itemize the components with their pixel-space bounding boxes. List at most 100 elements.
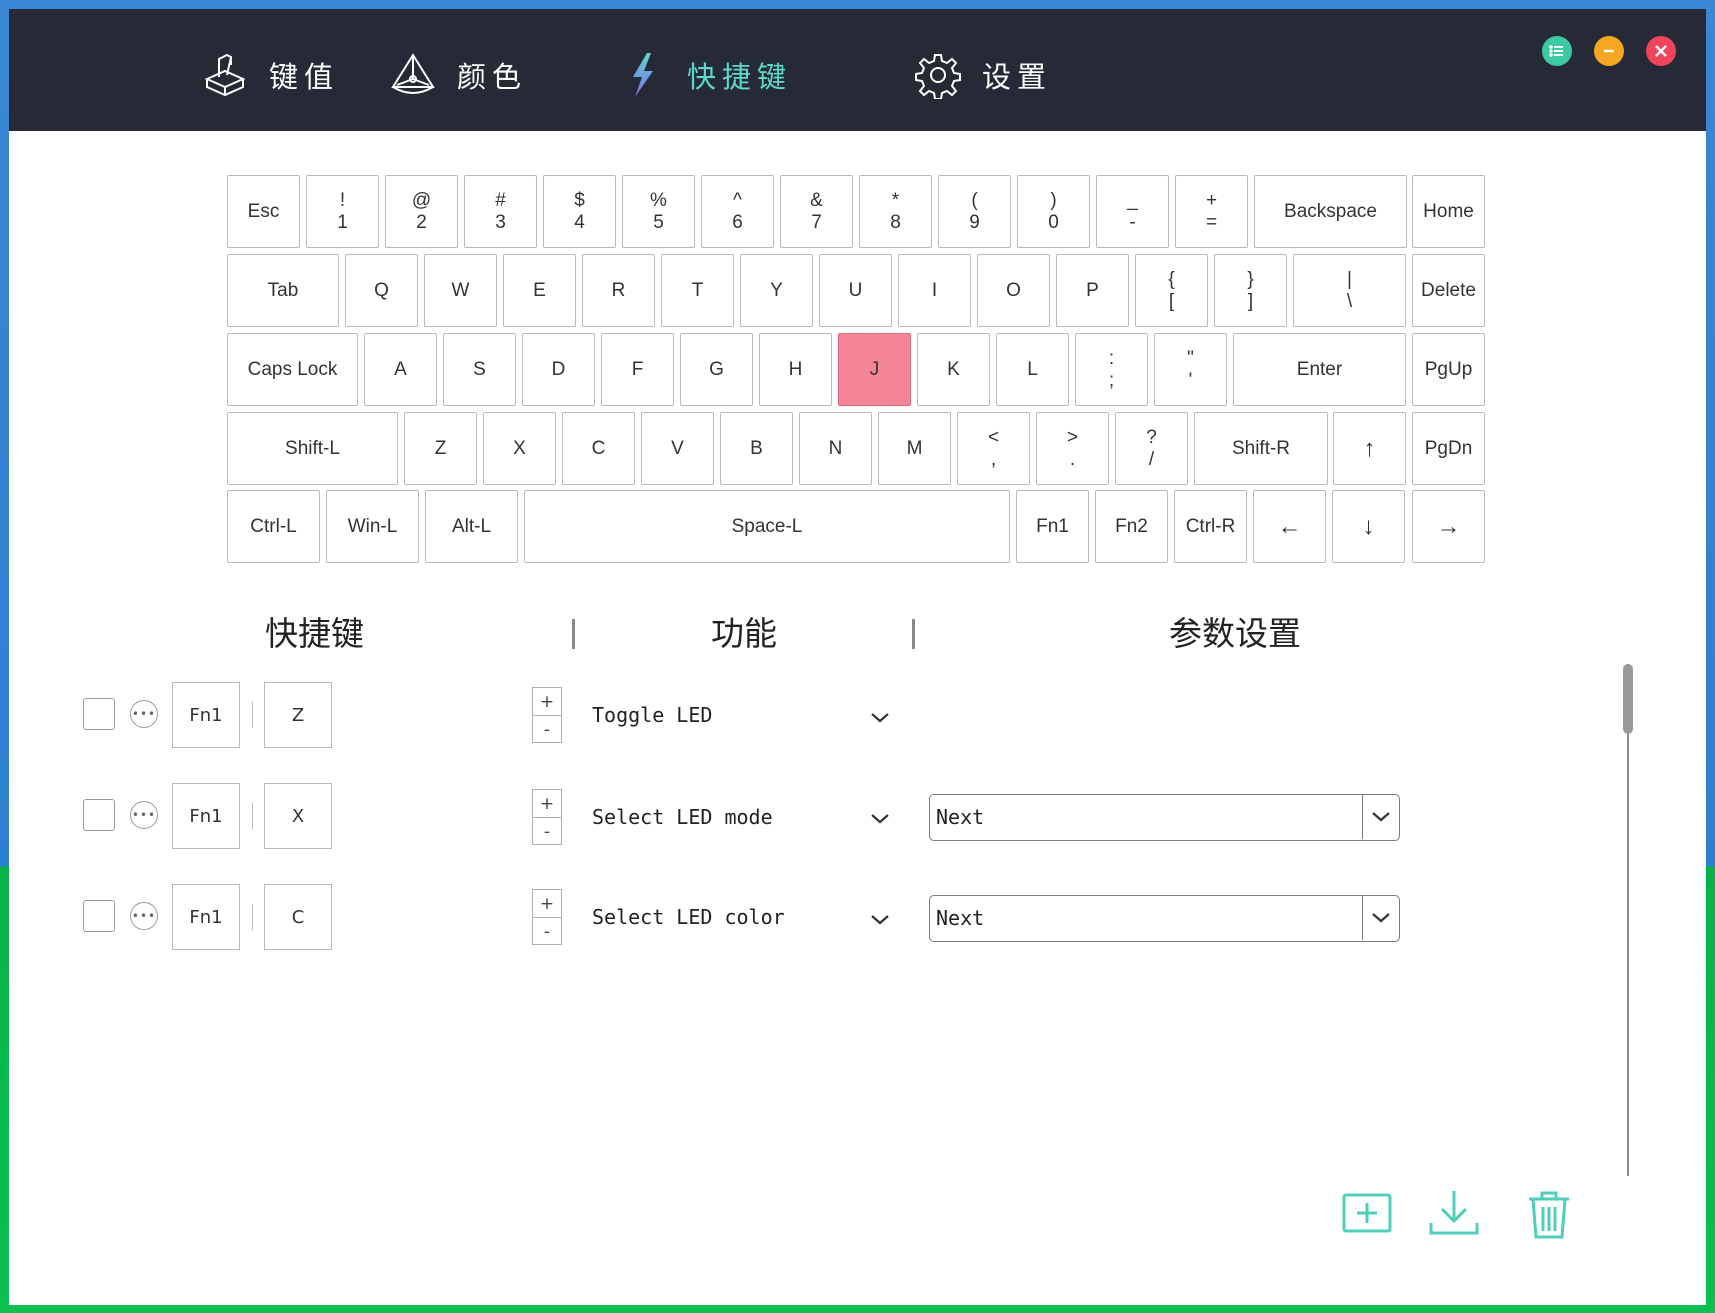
shortcut-key-modifier[interactable]: Fn1 bbox=[172, 682, 240, 748]
trash-icon[interactable] bbox=[1522, 1187, 1576, 1241]
key-9-r0k9[interactable]: (9 bbox=[938, 175, 1011, 248]
key-f-r2k4[interactable]: F bbox=[601, 333, 674, 406]
key-sym-r3k10[interactable]: ? / bbox=[1115, 412, 1188, 485]
more-options-icon[interactable]: ••• bbox=[130, 700, 158, 728]
chevron-down-icon[interactable] bbox=[869, 812, 891, 826]
more-options-icon[interactable]: ••• bbox=[130, 801, 158, 829]
key-g-r2k5[interactable]: G bbox=[680, 333, 753, 406]
function-select[interactable]: Toggle LED bbox=[592, 703, 712, 727]
shortcut-key-modifier[interactable]: Fn1 bbox=[172, 783, 240, 849]
menu-button[interactable] bbox=[1542, 36, 1572, 66]
shortcut-key-main[interactable]: Z bbox=[264, 682, 332, 748]
key-m-r3k7[interactable]: M bbox=[878, 412, 951, 485]
key-5-r0k5[interactable]: % 5 bbox=[622, 175, 695, 248]
param-select[interactable]: Next bbox=[929, 794, 1400, 841]
key-y-r1k6[interactable]: Y bbox=[740, 254, 813, 327]
key-8-r0k8[interactable]: * 8 bbox=[859, 175, 932, 248]
key-esc-r0k0[interactable]: Esc bbox=[227, 175, 300, 248]
key-2-r0k2[interactable]: @2 bbox=[385, 175, 458, 248]
key-4-r0k4[interactable]: $4 bbox=[543, 175, 616, 248]
key-ctrl-l-r4k0[interactable]: Ctrl-L bbox=[227, 490, 320, 563]
key-j-r2k7[interactable]: J bbox=[838, 333, 911, 406]
key-r-r1k4[interactable]: R bbox=[582, 254, 655, 327]
key-d-r2k3[interactable]: D bbox=[522, 333, 595, 406]
key-w-r1k2[interactable]: W bbox=[424, 254, 497, 327]
stepper-plus[interactable]: + bbox=[533, 890, 561, 918]
stepper-plus[interactable]: + bbox=[533, 790, 561, 818]
key-z-r3k1[interactable]: Z bbox=[404, 412, 477, 485]
chevron-down-icon[interactable] bbox=[869, 913, 891, 927]
key-a-r2k1[interactable]: A bbox=[364, 333, 437, 406]
key-sym-r3k9[interactable]: >. bbox=[1036, 412, 1109, 485]
key-tab-r1k0[interactable]: Tab bbox=[227, 254, 339, 327]
stepper-minus[interactable]: - bbox=[533, 918, 561, 945]
scrollbar-track[interactable] bbox=[1627, 664, 1629, 1176]
stepper-minus[interactable]: - bbox=[533, 818, 561, 845]
key-fn1-r4k4[interactable]: Fn1 bbox=[1016, 490, 1089, 563]
param-select[interactable]: Next bbox=[929, 895, 1400, 942]
key-enter-r2k12[interactable]: Enter bbox=[1233, 333, 1406, 406]
key-b-r3k5[interactable]: B bbox=[720, 412, 793, 485]
download-icon[interactable] bbox=[1427, 1187, 1481, 1241]
row-checkbox[interactable] bbox=[83, 900, 115, 932]
key-7-r0k7[interactable]: & 7 bbox=[780, 175, 853, 248]
key-u-r1k7[interactable]: U bbox=[819, 254, 892, 327]
row-checkbox[interactable] bbox=[83, 799, 115, 831]
key-e-r1k3[interactable]: E bbox=[503, 254, 576, 327]
key-p-r1k10[interactable]: P bbox=[1056, 254, 1129, 327]
key-sym-r4k7[interactable]: ← bbox=[1253, 490, 1326, 563]
key-sym-r4k8[interactable]: ↓ bbox=[1332, 490, 1405, 563]
key-t-r1k5[interactable]: T bbox=[661, 254, 734, 327]
key-0-r0k10[interactable]: ) 0 bbox=[1017, 175, 1090, 248]
nav-tab-color[interactable]: 颜色 bbox=[389, 49, 527, 101]
row-checkbox[interactable] bbox=[83, 698, 115, 730]
key-c-r3k3[interactable]: C bbox=[562, 412, 635, 485]
key-caps-lock-r2k0[interactable]: Caps Lock bbox=[227, 333, 358, 406]
shortcut-key-modifier[interactable]: Fn1 bbox=[172, 884, 240, 950]
key-backspace-r0k13[interactable]: Backspace bbox=[1254, 175, 1407, 248]
key-sym-r3k8[interactable]: <, bbox=[957, 412, 1030, 485]
key-x-r3k2[interactable]: X bbox=[483, 412, 556, 485]
key-home-r0k14[interactable]: Home bbox=[1412, 175, 1485, 248]
stepper-plus[interactable]: + bbox=[533, 688, 561, 716]
minimize-button[interactable] bbox=[1594, 36, 1624, 66]
key-h-r2k6[interactable]: H bbox=[759, 333, 832, 406]
key-sym-r0k12[interactable]: + = bbox=[1175, 175, 1248, 248]
key-pgup-r2k13[interactable]: PgUp bbox=[1412, 333, 1485, 406]
key-sym-r1k12[interactable]: }] bbox=[1214, 254, 1287, 327]
key-shift-l-r3k0[interactable]: Shift-L bbox=[227, 412, 398, 485]
add-box-icon[interactable] bbox=[1340, 1187, 1394, 1241]
key-o-r1k9[interactable]: O bbox=[977, 254, 1050, 327]
scrollbar-thumb[interactable] bbox=[1623, 664, 1633, 734]
key-i-r1k8[interactable]: I bbox=[898, 254, 971, 327]
key-sym-r2k11[interactable]: " ' bbox=[1154, 333, 1227, 406]
shortcut-key-main[interactable]: C bbox=[264, 884, 332, 950]
key-6-r0k6[interactable]: ^ 6 bbox=[701, 175, 774, 248]
key-win-l-r4k1[interactable]: Win-L bbox=[326, 490, 419, 563]
param-dropdown-toggle[interactable] bbox=[1362, 896, 1399, 940]
key-alt-l-r4k2[interactable]: Alt-L bbox=[425, 490, 518, 563]
key-q-r1k1[interactable]: Q bbox=[345, 254, 418, 327]
key-n-r3k6[interactable]: N bbox=[799, 412, 872, 485]
nav-tab-shortcut[interactable]: 快捷键 bbox=[619, 49, 792, 101]
key-1-r0k1[interactable]: ! 1 bbox=[306, 175, 379, 248]
more-options-icon[interactable]: ••• bbox=[130, 902, 158, 930]
key-sym-r0k11[interactable]: _ - bbox=[1096, 175, 1169, 248]
key-sym-r3k12[interactable]: ↑ bbox=[1333, 412, 1406, 485]
key-v-r3k4[interactable]: V bbox=[641, 412, 714, 485]
key-s-r2k2[interactable]: S bbox=[443, 333, 516, 406]
close-button[interactable] bbox=[1646, 36, 1676, 66]
nav-tab-keymap[interactable]: 键值 bbox=[201, 49, 339, 101]
key-fn2-r4k5[interactable]: Fn2 bbox=[1095, 490, 1168, 563]
stepper-minus[interactable]: - bbox=[533, 716, 561, 743]
param-dropdown-toggle[interactable] bbox=[1362, 795, 1399, 839]
key-space-l-r4k3[interactable]: Space-L bbox=[524, 490, 1010, 563]
key-shift-r-r3k11[interactable]: Shift-R bbox=[1194, 412, 1328, 485]
key-3-r0k3[interactable]: #3 bbox=[464, 175, 537, 248]
key-l-r2k9[interactable]: L bbox=[996, 333, 1069, 406]
key-k-r2k8[interactable]: K bbox=[917, 333, 990, 406]
key-sym-r1k11[interactable]: {[ bbox=[1135, 254, 1208, 327]
key-sym-r2k10[interactable]: :; bbox=[1075, 333, 1148, 406]
function-select[interactable]: Select LED mode bbox=[592, 805, 773, 829]
key-pgdn-r3k13[interactable]: PgDn bbox=[1412, 412, 1485, 485]
